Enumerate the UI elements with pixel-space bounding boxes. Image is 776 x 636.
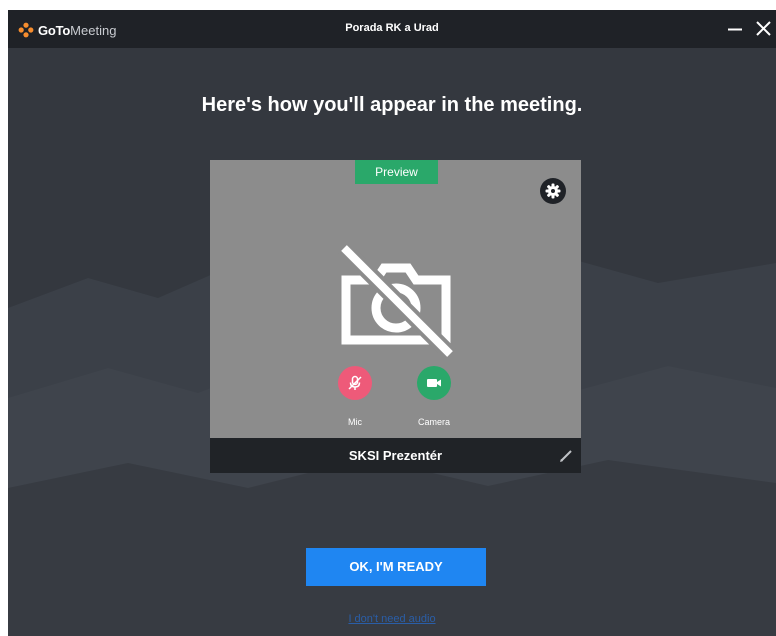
camera-toggle-button[interactable] bbox=[417, 366, 451, 400]
gear-icon bbox=[545, 183, 561, 199]
close-icon bbox=[756, 21, 771, 36]
camera-label: Camera bbox=[417, 417, 450, 427]
video-camera-icon bbox=[427, 379, 441, 387]
ok-ready-button[interactable]: OK, I'M READY bbox=[306, 548, 486, 586]
app-window: GoTo Meeting Porada RK a Urad Here's how … bbox=[8, 10, 776, 636]
title-bar: GoTo Meeting Porada RK a Urad bbox=[8, 10, 776, 48]
window-title: Porada RK a Urad bbox=[345, 22, 439, 34]
display-name: SKSI Prezentér bbox=[348, 448, 443, 463]
minimize-button[interactable] bbox=[722, 17, 748, 41]
edit-name-button[interactable] bbox=[558, 448, 574, 464]
video-preview: Preview Mic Camera SKSI Prezentér bbox=[210, 160, 581, 473]
settings-button[interactable] bbox=[540, 178, 566, 204]
minimize-icon bbox=[728, 28, 742, 31]
preview-badge: Preview bbox=[355, 160, 438, 184]
close-button[interactable] bbox=[750, 17, 776, 41]
mic-label: Mic bbox=[348, 417, 362, 427]
name-bar: SKSI Prezentér bbox=[210, 438, 581, 473]
camera-off-icon bbox=[338, 242, 456, 360]
page-title: Here's how you'll appear in the meeting. bbox=[201, 94, 583, 116]
no-audio-link[interactable]: I don't need audio bbox=[8, 613, 776, 625]
mic-off-icon bbox=[348, 375, 362, 390]
pencil-icon bbox=[560, 450, 572, 462]
mic-toggle-button[interactable] bbox=[338, 366, 372, 400]
